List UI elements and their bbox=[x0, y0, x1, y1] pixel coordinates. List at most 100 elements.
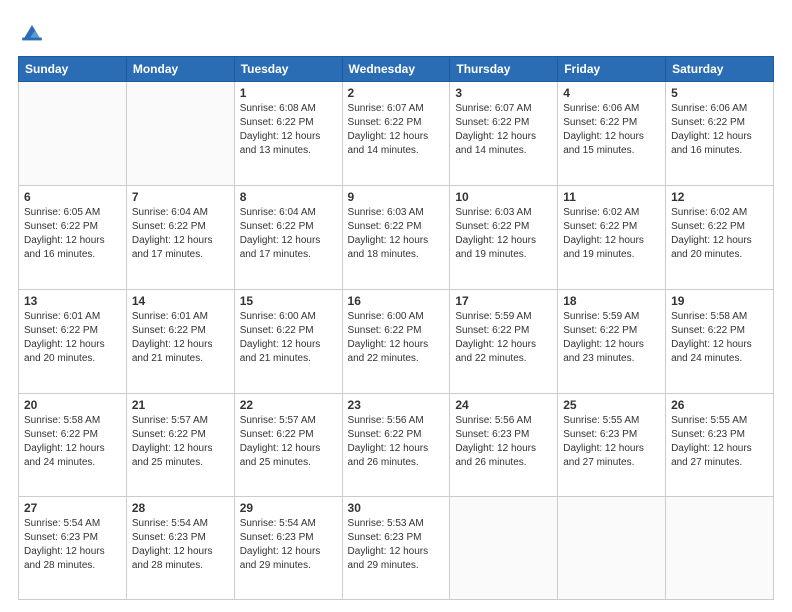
weekday-header: Wednesday bbox=[342, 57, 450, 82]
day-number: 16 bbox=[348, 294, 445, 308]
day-number: 25 bbox=[563, 398, 660, 412]
day-number: 3 bbox=[455, 86, 552, 100]
day-number: 28 bbox=[132, 501, 229, 515]
calendar-cell: 12 Sunrise: 6:02 AM Sunset: 6:22 PM Dayli… bbox=[666, 185, 774, 289]
weekday-header: Sunday bbox=[19, 57, 127, 82]
calendar-cell: 9 Sunrise: 6:03 AM Sunset: 6:22 PM Daylig… bbox=[342, 185, 450, 289]
calendar-cell: 17 Sunrise: 5:59 AM Sunset: 6:22 PM Dayli… bbox=[450, 289, 558, 393]
day-number: 20 bbox=[24, 398, 121, 412]
day-info: Sunrise: 6:00 AM Sunset: 6:22 PM Dayligh… bbox=[348, 310, 445, 366]
weekday-header: Monday bbox=[126, 57, 234, 82]
day-info: Sunrise: 6:06 AM Sunset: 6:22 PM Dayligh… bbox=[563, 102, 660, 158]
weekday-header: Tuesday bbox=[234, 57, 342, 82]
day-info: Sunrise: 6:08 AM Sunset: 6:22 PM Dayligh… bbox=[240, 102, 337, 158]
calendar-week-row: 1 Sunrise: 6:08 AM Sunset: 6:22 PM Daylig… bbox=[19, 82, 774, 186]
day-info: Sunrise: 6:05 AM Sunset: 6:22 PM Dayligh… bbox=[24, 206, 121, 262]
logo-icon bbox=[18, 18, 46, 46]
day-number: 29 bbox=[240, 501, 337, 515]
day-number: 8 bbox=[240, 190, 337, 204]
calendar-cell: 10 Sunrise: 6:03 AM Sunset: 6:22 PM Dayli… bbox=[450, 185, 558, 289]
day-info: Sunrise: 6:04 AM Sunset: 6:22 PM Dayligh… bbox=[132, 206, 229, 262]
day-number: 12 bbox=[671, 190, 768, 204]
calendar-week-row: 13 Sunrise: 6:01 AM Sunset: 6:22 PM Dayli… bbox=[19, 289, 774, 393]
calendar-cell: 11 Sunrise: 6:02 AM Sunset: 6:22 PM Dayli… bbox=[558, 185, 666, 289]
calendar-cell: 5 Sunrise: 6:06 AM Sunset: 6:22 PM Daylig… bbox=[666, 82, 774, 186]
day-number: 30 bbox=[348, 501, 445, 515]
day-number: 22 bbox=[240, 398, 337, 412]
calendar-cell: 1 Sunrise: 6:08 AM Sunset: 6:22 PM Daylig… bbox=[234, 82, 342, 186]
day-info: Sunrise: 6:07 AM Sunset: 6:22 PM Dayligh… bbox=[348, 102, 445, 158]
day-info: Sunrise: 5:56 AM Sunset: 6:23 PM Dayligh… bbox=[455, 414, 552, 470]
day-number: 24 bbox=[455, 398, 552, 412]
day-info: Sunrise: 5:56 AM Sunset: 6:22 PM Dayligh… bbox=[348, 414, 445, 470]
calendar-cell: 22 Sunrise: 5:57 AM Sunset: 6:22 PM Dayli… bbox=[234, 393, 342, 497]
day-info: Sunrise: 6:03 AM Sunset: 6:22 PM Dayligh… bbox=[455, 206, 552, 262]
day-info: Sunrise: 5:53 AM Sunset: 6:23 PM Dayligh… bbox=[348, 517, 445, 573]
calendar-cell: 8 Sunrise: 6:04 AM Sunset: 6:22 PM Daylig… bbox=[234, 185, 342, 289]
day-info: Sunrise: 5:57 AM Sunset: 6:22 PM Dayligh… bbox=[132, 414, 229, 470]
day-info: Sunrise: 5:57 AM Sunset: 6:22 PM Dayligh… bbox=[240, 414, 337, 470]
day-number: 4 bbox=[563, 86, 660, 100]
day-info: Sunrise: 6:06 AM Sunset: 6:22 PM Dayligh… bbox=[671, 102, 768, 158]
calendar-table: SundayMondayTuesdayWednesdayThursdayFrid… bbox=[18, 56, 774, 600]
calendar-cell: 26Sunrise: 5:55 AM Sunset: 6:23 PM Dayli… bbox=[666, 393, 774, 497]
day-info: Sunrise: 6:01 AM Sunset: 6:22 PM Dayligh… bbox=[132, 310, 229, 366]
day-number: 15 bbox=[240, 294, 337, 308]
day-number: 13 bbox=[24, 294, 121, 308]
day-info: Sunrise: 5:54 AM Sunset: 6:23 PM Dayligh… bbox=[132, 517, 229, 573]
calendar-cell bbox=[19, 82, 127, 186]
calendar-cell: 21 Sunrise: 5:57 AM Sunset: 6:22 PM Dayli… bbox=[126, 393, 234, 497]
header bbox=[18, 18, 774, 46]
calendar-cell: 15 Sunrise: 6:00 AM Sunset: 6:22 PM Dayli… bbox=[234, 289, 342, 393]
day-info: Sunrise: 6:02 AM Sunset: 6:22 PM Dayligh… bbox=[671, 206, 768, 262]
day-info: Sunrise: 6:01 AM Sunset: 6:22 PM Dayligh… bbox=[24, 310, 121, 366]
day-number: 21 bbox=[132, 398, 229, 412]
day-number: 23 bbox=[348, 398, 445, 412]
calendar-cell: 7Sunrise: 6:04 AM Sunset: 6:22 PM Daylig… bbox=[126, 185, 234, 289]
day-info: Sunrise: 6:03 AM Sunset: 6:22 PM Dayligh… bbox=[348, 206, 445, 262]
calendar-cell: 29 Sunrise: 5:54 AM Sunset: 6:23 PM Dayli… bbox=[234, 497, 342, 600]
day-info: Sunrise: 5:59 AM Sunset: 6:22 PM Dayligh… bbox=[455, 310, 552, 366]
calendar-week-row: 6 Sunrise: 6:05 AM Sunset: 6:22 PM Daylig… bbox=[19, 185, 774, 289]
calendar-cell bbox=[450, 497, 558, 600]
weekday-header: Saturday bbox=[666, 57, 774, 82]
calendar-cell: 20 Sunrise: 5:58 AM Sunset: 6:22 PM Dayli… bbox=[19, 393, 127, 497]
calendar-cell: 25 Sunrise: 5:55 AM Sunset: 6:23 PM Dayli… bbox=[558, 393, 666, 497]
calendar-cell: 30 Sunrise: 5:53 AM Sunset: 6:23 PM Dayli… bbox=[342, 497, 450, 600]
calendar-week-row: 20 Sunrise: 5:58 AM Sunset: 6:22 PM Dayli… bbox=[19, 393, 774, 497]
day-number: 1 bbox=[240, 86, 337, 100]
day-number: 27 bbox=[24, 501, 121, 515]
day-info: Sunrise: 6:04 AM Sunset: 6:22 PM Dayligh… bbox=[240, 206, 337, 262]
day-number: 9 bbox=[348, 190, 445, 204]
calendar-cell: 18Sunrise: 5:59 AM Sunset: 6:22 PM Dayli… bbox=[558, 289, 666, 393]
day-number: 18 bbox=[563, 294, 660, 308]
calendar-cell bbox=[558, 497, 666, 600]
day-info: Sunrise: 6:02 AM Sunset: 6:22 PM Dayligh… bbox=[563, 206, 660, 262]
day-number: 6 bbox=[24, 190, 121, 204]
day-info: Sunrise: 5:58 AM Sunset: 6:22 PM Dayligh… bbox=[671, 310, 768, 366]
day-info: Sunrise: 5:54 AM Sunset: 6:23 PM Dayligh… bbox=[240, 517, 337, 573]
day-number: 17 bbox=[455, 294, 552, 308]
calendar-cell: 27 Sunrise: 5:54 AM Sunset: 6:23 PM Dayli… bbox=[19, 497, 127, 600]
calendar-cell: 6 Sunrise: 6:05 AM Sunset: 6:22 PM Daylig… bbox=[19, 185, 127, 289]
weekday-header: Thursday bbox=[450, 57, 558, 82]
weekday-header: Friday bbox=[558, 57, 666, 82]
calendar-cell bbox=[666, 497, 774, 600]
calendar-cell: 28 Sunrise: 5:54 AM Sunset: 6:23 PM Dayli… bbox=[126, 497, 234, 600]
day-info: Sunrise: 6:07 AM Sunset: 6:22 PM Dayligh… bbox=[455, 102, 552, 158]
calendar-cell: 16 Sunrise: 6:00 AM Sunset: 6:22 PM Dayli… bbox=[342, 289, 450, 393]
calendar-week-row: 27 Sunrise: 5:54 AM Sunset: 6:23 PM Dayli… bbox=[19, 497, 774, 600]
calendar-cell: 13 Sunrise: 6:01 AM Sunset: 6:22 PM Dayli… bbox=[19, 289, 127, 393]
logo bbox=[18, 18, 50, 46]
calendar-cell: 2Sunrise: 6:07 AM Sunset: 6:22 PM Daylig… bbox=[342, 82, 450, 186]
calendar-header-row: SundayMondayTuesdayWednesdayThursdayFrid… bbox=[19, 57, 774, 82]
day-number: 5 bbox=[671, 86, 768, 100]
day-number: 10 bbox=[455, 190, 552, 204]
day-info: Sunrise: 6:00 AM Sunset: 6:22 PM Dayligh… bbox=[240, 310, 337, 366]
calendar-cell: 24 Sunrise: 5:56 AM Sunset: 6:23 PM Dayli… bbox=[450, 393, 558, 497]
day-info: Sunrise: 5:58 AM Sunset: 6:22 PM Dayligh… bbox=[24, 414, 121, 470]
day-info: Sunrise: 5:55 AM Sunset: 6:23 PM Dayligh… bbox=[563, 414, 660, 470]
day-number: 14 bbox=[132, 294, 229, 308]
day-number: 11 bbox=[563, 190, 660, 204]
day-info: Sunrise: 5:54 AM Sunset: 6:23 PM Dayligh… bbox=[24, 517, 121, 573]
